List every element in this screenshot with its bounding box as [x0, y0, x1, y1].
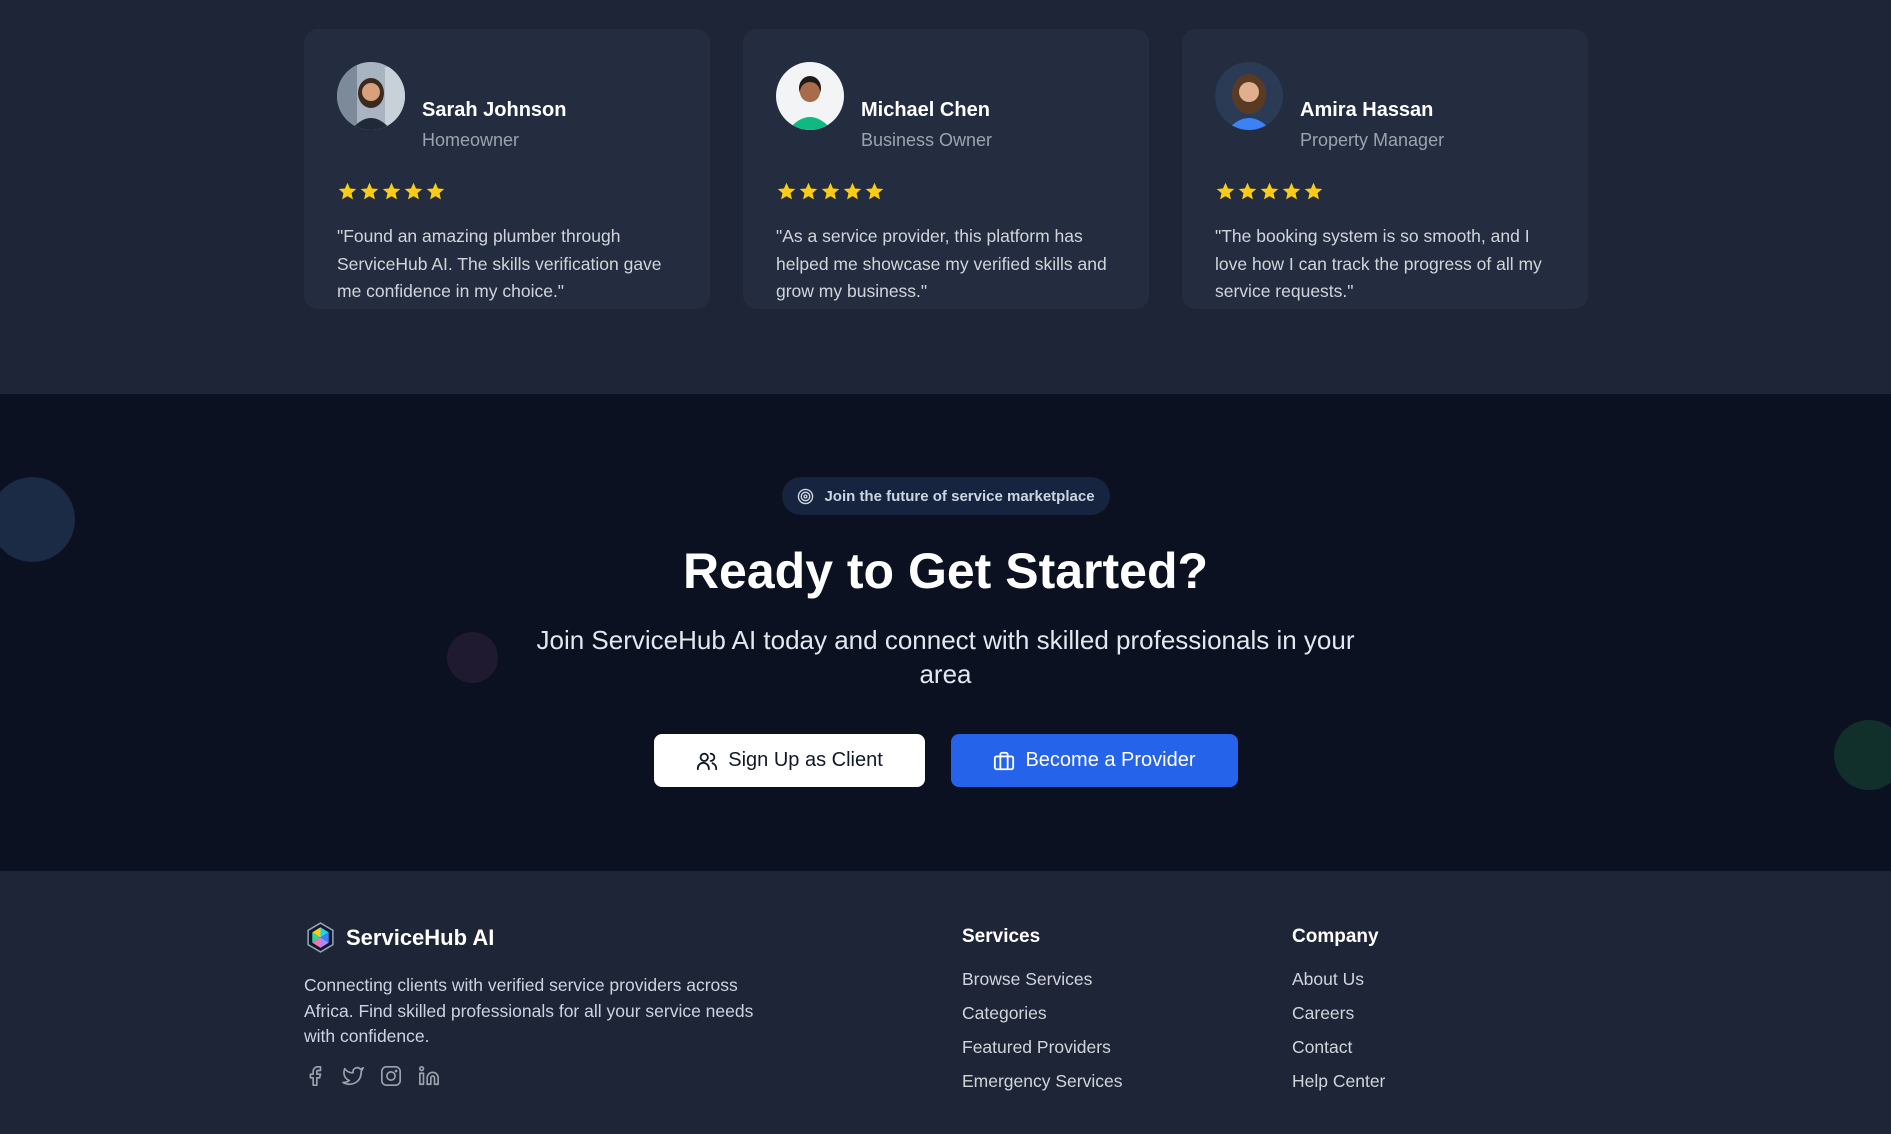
footer-link-about-us[interactable]: About Us [1292, 962, 1385, 996]
reviewer-name: Sarah Johnson [422, 99, 567, 121]
star-rating [337, 181, 446, 202]
linkedin-icon[interactable] [418, 1065, 440, 1087]
footer-link-emergency-services[interactable]: Emergency Services [962, 1064, 1122, 1098]
logo-icon [307, 922, 334, 953]
reviewer-role: Business Owner [861, 130, 993, 150]
star-rating [1215, 181, 1324, 202]
footer: ServiceHub AI Connecting clients with ve… [0, 871, 1891, 1134]
briefcase-icon [994, 751, 1015, 770]
services-title: Services [962, 926, 1041, 947]
twitter-icon[interactable] [342, 1065, 364, 1087]
footer-link-contact[interactable]: Contact [1292, 1030, 1385, 1064]
star-icon [426, 182, 445, 200]
star-icon [1304, 182, 1323, 200]
instagram-icon[interactable] [380, 1065, 402, 1087]
reviewer-name: Amira Hassan [1300, 99, 1434, 121]
star-icon [821, 182, 840, 200]
star-icon [360, 182, 379, 200]
become-provider-label: Become a Provider [1025, 749, 1196, 771]
star-icon [1216, 182, 1235, 200]
services-column: Services Browse Services Categories Feat… [962, 926, 1122, 1098]
testimonial-card: Sarah Johnson Homeowner "Found an amazin… [304, 29, 710, 309]
avatar [337, 62, 405, 130]
star-icon [843, 182, 862, 200]
sign-up-client-button[interactable]: Sign Up as Client [654, 734, 925, 787]
brand-name: ServiceHub AI [346, 924, 495, 950]
star-icon [777, 182, 796, 200]
testimonials-section: Sarah Johnson Homeowner "Found an amazin… [0, 0, 1891, 394]
avatar [1215, 62, 1283, 130]
cta-section: Join the future of service marketplace R… [0, 394, 1891, 871]
testimonial-quote: "The booking system is so smooth, and I … [1215, 226, 1542, 301]
become-provider-button[interactable]: Become a Provider [951, 734, 1238, 787]
footer-description: Connecting clients with verified service… [304, 975, 754, 1046]
star-icon [404, 182, 423, 200]
cta-title: Ready to Get Started? [682, 543, 1209, 599]
footer-link-help-center[interactable]: Help Center [1292, 1064, 1385, 1098]
reviewer-role: Property Manager [1300, 130, 1445, 150]
footer-link-categories[interactable]: Categories [962, 996, 1122, 1030]
reviewer-role: Homeowner [422, 130, 520, 150]
company-column: Company About Us Careers Contact Help Ce… [1292, 926, 1385, 1098]
star-icon [865, 182, 884, 200]
facebook-icon[interactable] [304, 1065, 326, 1087]
cta-subtitle: Join ServiceHub AI today and connect wit… [536, 625, 1355, 689]
footer-link-featured-providers[interactable]: Featured Providers [962, 1030, 1122, 1064]
footer-link-browse-services[interactable]: Browse Services [962, 962, 1122, 996]
star-icon [338, 182, 357, 200]
cta-badge: Join the future of service marketplace [782, 477, 1110, 515]
testimonial-card: Amira Hassan Property Manager "The booki… [1182, 29, 1588, 309]
footer-link-careers[interactable]: Careers [1292, 996, 1385, 1030]
star-icon [799, 182, 818, 200]
testimonial-quote: "Found an amazing plumber through Servic… [337, 226, 662, 301]
testimonial-card: Michael Chen Business Owner "As a servic… [743, 29, 1149, 309]
decorative-circle [447, 632, 498, 683]
star-icon [1282, 182, 1301, 200]
star-icon [382, 182, 401, 200]
badge-text: Join the future of service marketplace [824, 487, 1095, 505]
sign-up-client-label: Sign Up as Client [728, 749, 883, 771]
footer-brand[interactable]: ServiceHub AI [304, 921, 494, 954]
users-icon [697, 752, 718, 770]
decorative-circle [1834, 720, 1891, 790]
star-icon [1238, 182, 1257, 200]
star-rating [776, 181, 885, 202]
reviewer-name: Michael Chen [861, 99, 990, 121]
star-icon [1260, 182, 1279, 200]
social-links [304, 1065, 440, 1087]
testimonial-quote: "As a service provider, this platform ha… [776, 226, 1107, 301]
target-icon [798, 488, 814, 504]
company-title: Company [1292, 926, 1379, 947]
avatar [776, 62, 844, 130]
